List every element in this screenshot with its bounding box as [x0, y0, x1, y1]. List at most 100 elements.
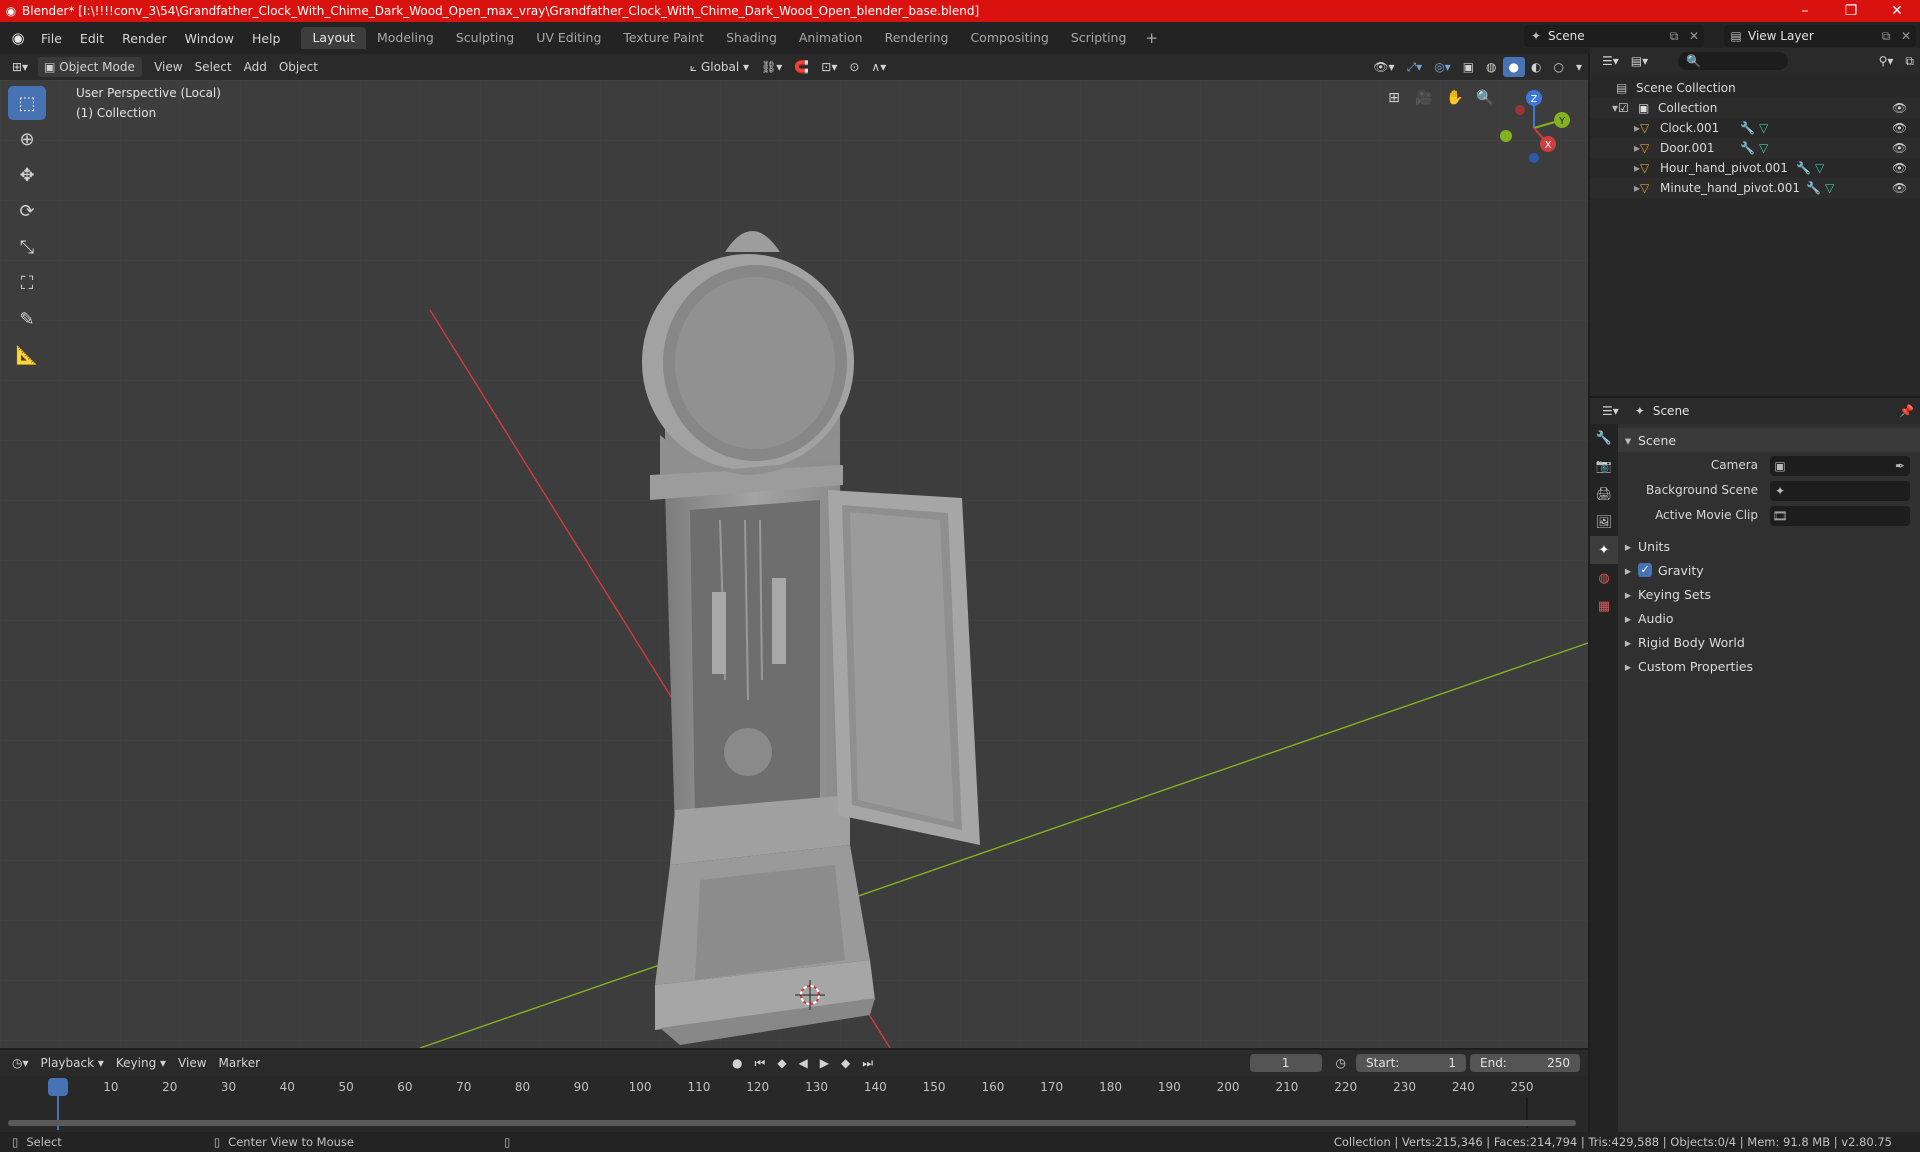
gizmo-neg-y-axis[interactable]	[1500, 130, 1512, 142]
mesh-data-icon[interactable]: ▽	[1825, 181, 1834, 195]
menu-timeline-view[interactable]: View	[172, 1053, 212, 1073]
close-button[interactable]: ✕	[1874, 3, 1920, 19]
tab-texture-paint[interactable]: Texture Paint	[612, 27, 715, 49]
menu-render[interactable]: Render	[113, 31, 176, 46]
modifier-icon[interactable]: 🔧	[1806, 181, 1821, 195]
menu-file[interactable]: File	[32, 31, 71, 46]
mesh-data-icon[interactable]: ▽	[1759, 141, 1768, 155]
object-visibility-icon[interactable]: 👁	[1892, 121, 1920, 135]
orientation-dropdown[interactable]: ⟀ Global ▾	[684, 57, 755, 77]
object-expand-icon[interactable]: ▸	[1590, 141, 1640, 155]
mesh-data-icon[interactable]: ▽	[1815, 161, 1824, 175]
tab-animation[interactable]: Animation	[788, 27, 874, 49]
timeline-area[interactable]: 1102030405060708090100110120130140150160…	[0, 1076, 1588, 1132]
tab-layout[interactable]: Layout	[301, 27, 366, 49]
timeline-scrollbar[interactable]	[8, 1120, 1576, 1126]
background-scene-field[interactable]: ✦	[1770, 481, 1910, 501]
camera-field[interactable]: ▣ ✒	[1770, 456, 1910, 476]
tab-shading[interactable]: Shading	[715, 27, 788, 49]
rotate-tool-icon[interactable]: ⟳	[8, 194, 46, 228]
record-icon[interactable]: ●	[726, 1053, 748, 1073]
modifier-icon[interactable]: 🔧	[1740, 141, 1755, 155]
xray-icon[interactable]: ▣	[1457, 57, 1480, 77]
navigation-gizmo[interactable]: Z Y X	[1490, 84, 1576, 170]
gravity-checkbox[interactable]: ✓	[1638, 563, 1652, 577]
gizmo-neg-z-axis[interactable]	[1529, 153, 1539, 163]
shading-options-icon[interactable]: ▾	[1570, 57, 1588, 77]
object-visibility-icon[interactable]: 👁	[1892, 141, 1920, 155]
modifier-icon[interactable]: 🔧	[1796, 161, 1811, 175]
visibility-icon[interactable]: 👁▾	[1367, 57, 1400, 77]
delete-scene-icon[interactable]: ✕	[1684, 29, 1704, 43]
playhead[interactable]	[48, 1078, 68, 1096]
material-shading-icon[interactable]: ◐	[1525, 57, 1547, 77]
proportional-edit-icon[interactable]: ⊙	[843, 57, 865, 77]
collection-visibility-icon[interactable]: 👁	[1892, 101, 1920, 115]
active-movie-clip-field[interactable]: 🎞	[1770, 506, 1910, 526]
view-layer-properties-tab-icon[interactable]: 🖼	[1590, 508, 1618, 536]
solid-shading-icon[interactable]: ●	[1502, 57, 1525, 77]
tab-uv-editing[interactable]: UV Editing	[525, 27, 612, 49]
object-expand-icon[interactable]: ▸	[1590, 121, 1640, 135]
collection-checkbox[interactable]: ☑	[1618, 101, 1638, 115]
menu-marker[interactable]: Marker	[213, 1053, 266, 1073]
select-box-tool-icon[interactable]: ⬚	[8, 86, 46, 120]
overlay-toggle-icon[interactable]: ◎▾	[1428, 57, 1457, 77]
output-properties-tab-icon[interactable]: 🖨	[1590, 480, 1618, 508]
current-frame-field[interactable]: 1	[1249, 1054, 1322, 1072]
pan-view-icon[interactable]: ✋	[1441, 84, 1469, 112]
cursor-tool-icon[interactable]: ⊕	[8, 122, 46, 156]
play-icon[interactable]: ▶	[814, 1053, 835, 1073]
menu-help[interactable]: Help	[243, 31, 290, 46]
zoom-view-icon[interactable]: 🔍	[1471, 84, 1499, 112]
transform-tool-icon[interactable]: ⛶	[8, 266, 46, 300]
keying-sets-panel-header[interactable]: ▸ Keying Sets	[1618, 582, 1920, 606]
menu-playback[interactable]: Playback ▾	[35, 1053, 110, 1073]
outliner-display-mode-icon[interactable]: ▤▾	[1625, 51, 1654, 71]
3d-viewport[interactable]: User Perspective (Local) (1) Collection …	[0, 80, 1588, 1048]
snap-icon[interactable]: 🧲	[788, 57, 815, 77]
blender-menu-icon[interactable]: ◉	[4, 29, 32, 47]
minimize-button[interactable]: –	[1782, 3, 1828, 19]
view-layer-selector[interactable]: ▤ View Layer ⧉ ✕	[1724, 25, 1916, 47]
end-frame-field[interactable]: End: 250	[1470, 1054, 1580, 1072]
outliner-row-collection[interactable]: ▾ ☑ ▣ Collection 👁	[1590, 98, 1920, 118]
scale-tool-icon[interactable]: ⤡	[8, 230, 46, 264]
tab-modeling[interactable]: Modeling	[366, 27, 445, 49]
menu-edit[interactable]: Edit	[71, 31, 113, 46]
snap-target-icon[interactable]: ⊡▾	[815, 57, 843, 77]
properties-editor-type-icon[interactable]: ☰▾	[1596, 401, 1625, 421]
units-panel-header[interactable]: ▸ Units	[1618, 534, 1920, 558]
editor-type-icon[interactable]: ⊞▾	[6, 57, 34, 77]
modifier-icon[interactable]: 🔧	[1740, 121, 1755, 135]
prev-keyframe-icon[interactable]: ◆	[771, 1053, 792, 1073]
rendered-shading-icon[interactable]: ○	[1547, 57, 1569, 77]
outliner-row-object[interactable]: ▸ ▽ Minute_hand_pivot.001 🔧 ▽ 👁	[1590, 178, 1920, 198]
tab-scripting[interactable]: Scripting	[1060, 27, 1138, 49]
pivot-icon[interactable]: ⛓▾	[755, 57, 788, 77]
perspective-toggle-icon[interactable]: ⊞	[1380, 84, 1408, 112]
custom-properties-panel-header[interactable]: ▸ Custom Properties	[1618, 654, 1920, 678]
outliner-row-scene-collection[interactable]: ▤ Scene Collection	[1590, 78, 1920, 98]
menu-add[interactable]: Add	[238, 57, 273, 77]
annotate-tool-icon[interactable]: ✎	[8, 302, 46, 336]
menu-object[interactable]: Object	[273, 57, 324, 77]
menu-select[interactable]: Select	[189, 57, 238, 77]
timeline-editor-type-icon[interactable]: ◷▾	[6, 1053, 35, 1073]
outliner-filter-icon[interactable]: ⚲▾	[1873, 51, 1900, 71]
scene-selector[interactable]: ✦ Scene ⧉ ✕	[1524, 25, 1704, 47]
view-layer-name[interactable]: View Layer	[1748, 29, 1876, 43]
scene-properties-tab-icon[interactable]: ✦	[1590, 536, 1618, 564]
object-visibility-icon[interactable]: 👁	[1892, 181, 1920, 195]
falloff-icon[interactable]: ∧▾	[865, 57, 892, 77]
object-expand-icon[interactable]: ▸	[1590, 161, 1640, 175]
eyedropper-icon[interactable]: ✒	[1890, 459, 1910, 473]
preview-range-icon[interactable]: ◷	[1330, 1053, 1352, 1073]
pin-icon[interactable]: 📌	[1893, 401, 1920, 421]
object-expand-icon[interactable]: ▸	[1590, 181, 1640, 195]
mesh-data-icon[interactable]: ▽	[1759, 121, 1768, 135]
new-view-layer-icon[interactable]: ⧉	[1876, 29, 1896, 44]
outliner-row-object[interactable]: ▸ ▽ Door.001 🔧 ▽ 👁	[1590, 138, 1920, 158]
gizmo-toggle-icon[interactable]: ⤢▾	[1401, 57, 1429, 77]
jump-start-icon[interactable]: ⏮	[749, 1053, 772, 1073]
